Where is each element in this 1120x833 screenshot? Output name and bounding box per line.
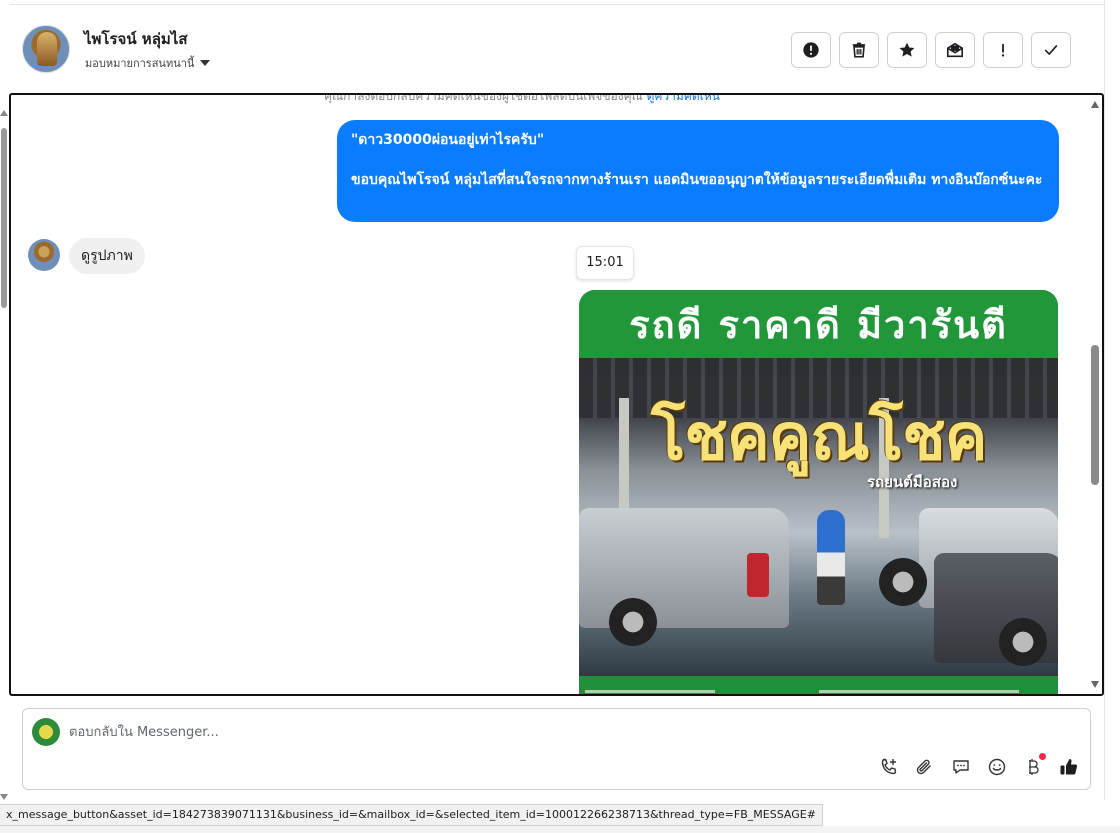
notice-text: คุณกำลังตอบกลับความคิดเห็นของผู้ใช้ต่อโพ… — [324, 93, 643, 103]
outgoing-message[interactable]: "ดาว30000ผ่อนอยู่เท่าไรครับ" ขอบคุณไพโรจ… — [337, 120, 1059, 222]
scroll-thumb[interactable] — [1091, 345, 1099, 485]
right-edge — [1104, 0, 1120, 800]
reply-composer — [22, 708, 1091, 790]
ad-footer — [579, 676, 1058, 694]
like-button[interactable] — [1058, 756, 1080, 778]
follow-up-button[interactable] — [983, 32, 1023, 68]
emoji-icon — [988, 758, 1006, 776]
mark-unread-button[interactable] — [935, 32, 975, 68]
reply-input[interactable] — [69, 721, 669, 743]
delete-button[interactable] — [839, 32, 879, 68]
paperclip-icon — [916, 759, 931, 775]
report-button[interactable] — [791, 32, 831, 68]
wheel — [609, 598, 657, 646]
scroll-up-arrow-icon[interactable] — [0, 110, 8, 116]
comment-notice: คุณกำลังตอบกลับความคิดเห็นของผู้ใช้ต่อโพ… — [324, 93, 720, 106]
attach-button[interactable] — [914, 756, 936, 778]
outgoing-quote: "ดาว30000ผ่อนอยู่เท่าไรครับ" — [351, 132, 545, 148]
trash-icon — [852, 42, 866, 58]
check-icon — [1044, 45, 1058, 55]
message-timestamp: 15:01 — [576, 246, 634, 280]
chat-bubble-icon — [953, 760, 969, 774]
composer-tools — [878, 753, 1080, 778]
done-button[interactable] — [1031, 32, 1071, 68]
call-button[interactable] — [878, 756, 900, 778]
exclamation-icon — [1001, 43, 1005, 57]
ad-banner: รถดี ราคาดี มีวารันตี — [579, 290, 1058, 358]
contact-name[interactable]: ไพโรจน์ หลุ่มไส — [84, 27, 187, 51]
thumbs-up-icon — [1060, 759, 1078, 775]
notification-dot — [1039, 753, 1046, 760]
scroll-down-arrow-icon[interactable] — [1091, 681, 1099, 688]
browser-status-bar: x_message_button&asset_id=18427383907113… — [0, 804, 823, 826]
mark-unread-icon — [946, 42, 964, 58]
thread-scrollbar[interactable] — [1088, 95, 1102, 694]
call-add-icon — [881, 758, 897, 775]
star-icon — [899, 42, 915, 57]
outer-scrollbar[interactable] — [0, 100, 8, 800]
contact-avatar-small[interactable] — [28, 239, 60, 271]
scroll-up-arrow-icon[interactable] — [1091, 101, 1099, 108]
header-actions — [791, 32, 1071, 68]
star-button[interactable] — [887, 32, 927, 68]
caret-down-icon — [200, 60, 211, 66]
ad-subtitle: รถยนต์มือสอง — [867, 473, 958, 491]
scroll-thumb[interactable] — [1, 128, 7, 308]
payment-button[interactable] — [1022, 753, 1046, 778]
incoming-message[interactable]: ดูรูปภาพ — [69, 238, 145, 274]
view-comment-link[interactable]: ดูความคิดเห็น — [647, 95, 720, 103]
assign-conversation-dropdown[interactable]: มอบหมายการสนทนานี้ — [85, 54, 211, 72]
ad-image[interactable]: รถดี ราคาดี มีวารันตี โชคคูณโชค รถยนต์มื… — [579, 290, 1058, 694]
wheel — [879, 558, 927, 606]
bottom-strip — [0, 826, 1120, 833]
conversation-header: ไพโรจน์ หลุ่มไส มอบหมายการสนทนานี้ — [10, 4, 1104, 92]
ad-banner-text: รถดี ราคาดี มีวารันตี — [629, 302, 1008, 347]
page: ไพโรจน์ หลุ่มไส มอบหมายการสนทนานี้ คุณกำ… — [0, 0, 1120, 833]
wheel — [999, 618, 1047, 666]
tail-light — [747, 553, 769, 597]
assign-label: มอบหมายการสนทนานี้ — [85, 57, 195, 70]
bitcoin-icon — [1029, 759, 1039, 775]
saved-replies-button[interactable] — [950, 756, 972, 778]
message-thread[interactable]: คุณกำลังตอบกลับความคิดเห็นของผู้ใช้ต่อโพ… — [9, 93, 1104, 696]
report-icon — [803, 42, 819, 58]
emoji-button[interactable] — [986, 756, 1008, 778]
page-avatar — [32, 718, 60, 746]
person — [817, 510, 845, 605]
scroll-down-arrow-icon[interactable] — [0, 794, 8, 800]
outgoing-text: ขอบคุณไพโรจน์ หลุ่มไสที่สนใจรถจากทางร้าน… — [351, 172, 1043, 188]
contact-avatar[interactable] — [22, 25, 70, 73]
